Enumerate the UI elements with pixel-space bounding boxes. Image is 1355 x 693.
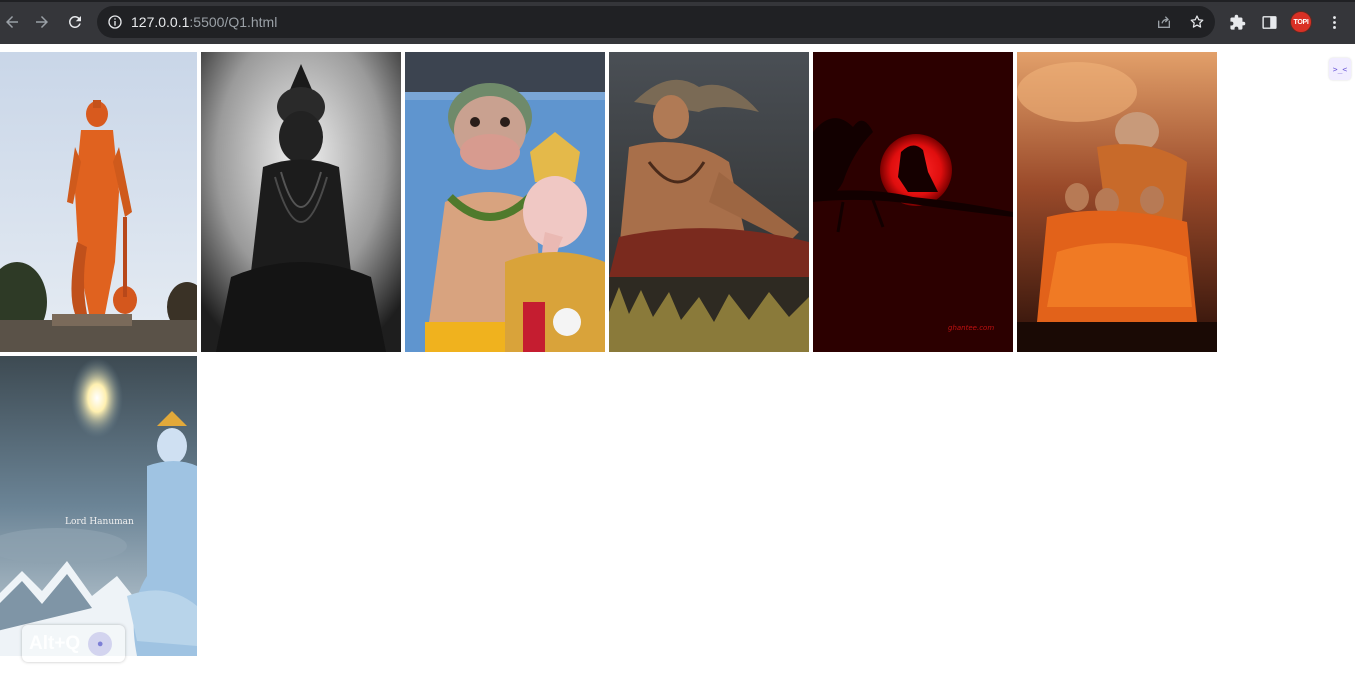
bookmark-button[interactable] — [1188, 13, 1206, 31]
arrow-right-icon — [36, 16, 48, 28]
profile-avatar[interactable]: TOPI — [1290, 11, 1312, 33]
page-content: ghantee.com Lord Hanuman >_< Alt+Q ● — [0, 44, 1355, 693]
kebab-menu-icon — [1332, 15, 1336, 29]
watermark-text: ghantee.com — [948, 324, 994, 332]
url-text[interactable]: 127.0.0.1:5500/Q1.html — [131, 13, 277, 31]
gallery-image-4[interactable] — [609, 52, 809, 352]
browser-toolbar: 127.0.0.1:5500/Q1.html TOPI — [0, 0, 1355, 44]
mic-icon[interactable]: ● — [88, 631, 113, 656]
share-icon — [1158, 16, 1170, 28]
gallery-image-7[interactable]: Lord Hanuman — [0, 356, 197, 656]
gallery-image-6[interactable] — [1017, 52, 1217, 352]
red-moon-image: ghantee.com — [813, 52, 1013, 352]
extensions-button[interactable] — [1226, 11, 1248, 33]
tab-strip-edge — [0, 0, 1355, 2]
reload-button[interactable] — [63, 10, 87, 34]
share-button[interactable] — [1155, 13, 1173, 31]
gallery-image-1[interactable] — [0, 52, 197, 352]
idols-image — [405, 52, 605, 352]
address-bar[interactable]: 127.0.0.1:5500/Q1.html — [97, 6, 1215, 38]
black-statue-image — [201, 52, 401, 352]
extension-side-widget[interactable]: >_< — [1329, 58, 1351, 80]
reload-icon — [68, 15, 81, 28]
group-painting-image — [1017, 52, 1217, 352]
side-panel-button[interactable] — [1258, 11, 1280, 33]
puzzle-icon — [1229, 14, 1245, 30]
url-path: :5500/Q1.html — [189, 14, 278, 30]
image-caption: Lord Hanuman — [65, 517, 134, 527]
gallery-image-5[interactable]: ghantee.com — [813, 52, 1013, 352]
url-host: 127.0.0.1 — [131, 14, 190, 30]
side-panel-icon — [1261, 15, 1277, 29]
gallery-image-3[interactable] — [405, 52, 605, 352]
shortcut-label: Alt+Q — [29, 632, 81, 654]
meditating-painting-image — [609, 52, 809, 352]
alt-q-shortcut-overlay[interactable]: Alt+Q ● — [22, 625, 125, 662]
forward-button[interactable] — [30, 10, 54, 34]
back-button[interactable] — [0, 10, 24, 34]
info-icon[interactable] — [107, 14, 123, 30]
star-icon — [1190, 15, 1204, 28]
arrow-left-icon — [6, 16, 18, 28]
orange-statue-image — [0, 52, 197, 352]
menu-button[interactable] — [1323, 11, 1345, 33]
gallery-image-2[interactable] — [201, 52, 401, 352]
sky-painting-image: Lord Hanuman — [0, 356, 197, 656]
